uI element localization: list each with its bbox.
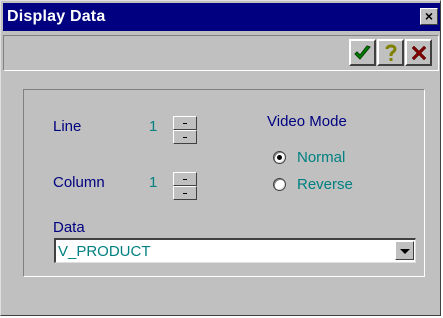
line-spin-down[interactable] (173, 130, 197, 144)
column-spin-up[interactable] (173, 172, 197, 186)
close-button[interactable]: × (420, 8, 438, 25)
toolbar (3, 35, 439, 71)
question-icon (385, 44, 397, 61)
data-label: Data (53, 219, 85, 236)
line-spinner[interactable] (173, 116, 197, 144)
radio-normal[interactable] (273, 151, 286, 164)
checkmark-icon (354, 44, 371, 60)
title-bar[interactable]: Display Data × (3, 3, 440, 31)
data-combobox-value: V_PRODUCT (58, 243, 151, 260)
help-button[interactable] (377, 39, 404, 66)
x-icon (411, 45, 426, 61)
data-combobox[interactable]: V_PRODUCT (54, 238, 416, 263)
line-label: Line (53, 118, 82, 135)
window-title: Display Data (7, 8, 106, 25)
column-value: 1 (149, 174, 158, 191)
radio-reverse[interactable] (273, 178, 286, 191)
line-spin-up[interactable] (173, 116, 197, 130)
dropdown-arrow-icon[interactable] (395, 241, 414, 260)
ok-button[interactable] (349, 39, 376, 66)
column-spin-down[interactable] (173, 186, 197, 200)
video-mode-label: Video Mode (267, 113, 347, 130)
display-data-dialog: Display Data × Line 1 Column 1 Video Mod… (0, 0, 441, 316)
radio-normal-label[interactable]: Normal (297, 149, 345, 166)
column-spinner[interactable] (173, 172, 197, 200)
radio-reverse-label[interactable]: Reverse (297, 176, 353, 193)
column-label: Column (53, 174, 105, 191)
cancel-button[interactable] (405, 39, 432, 66)
line-value: 1 (149, 118, 158, 135)
